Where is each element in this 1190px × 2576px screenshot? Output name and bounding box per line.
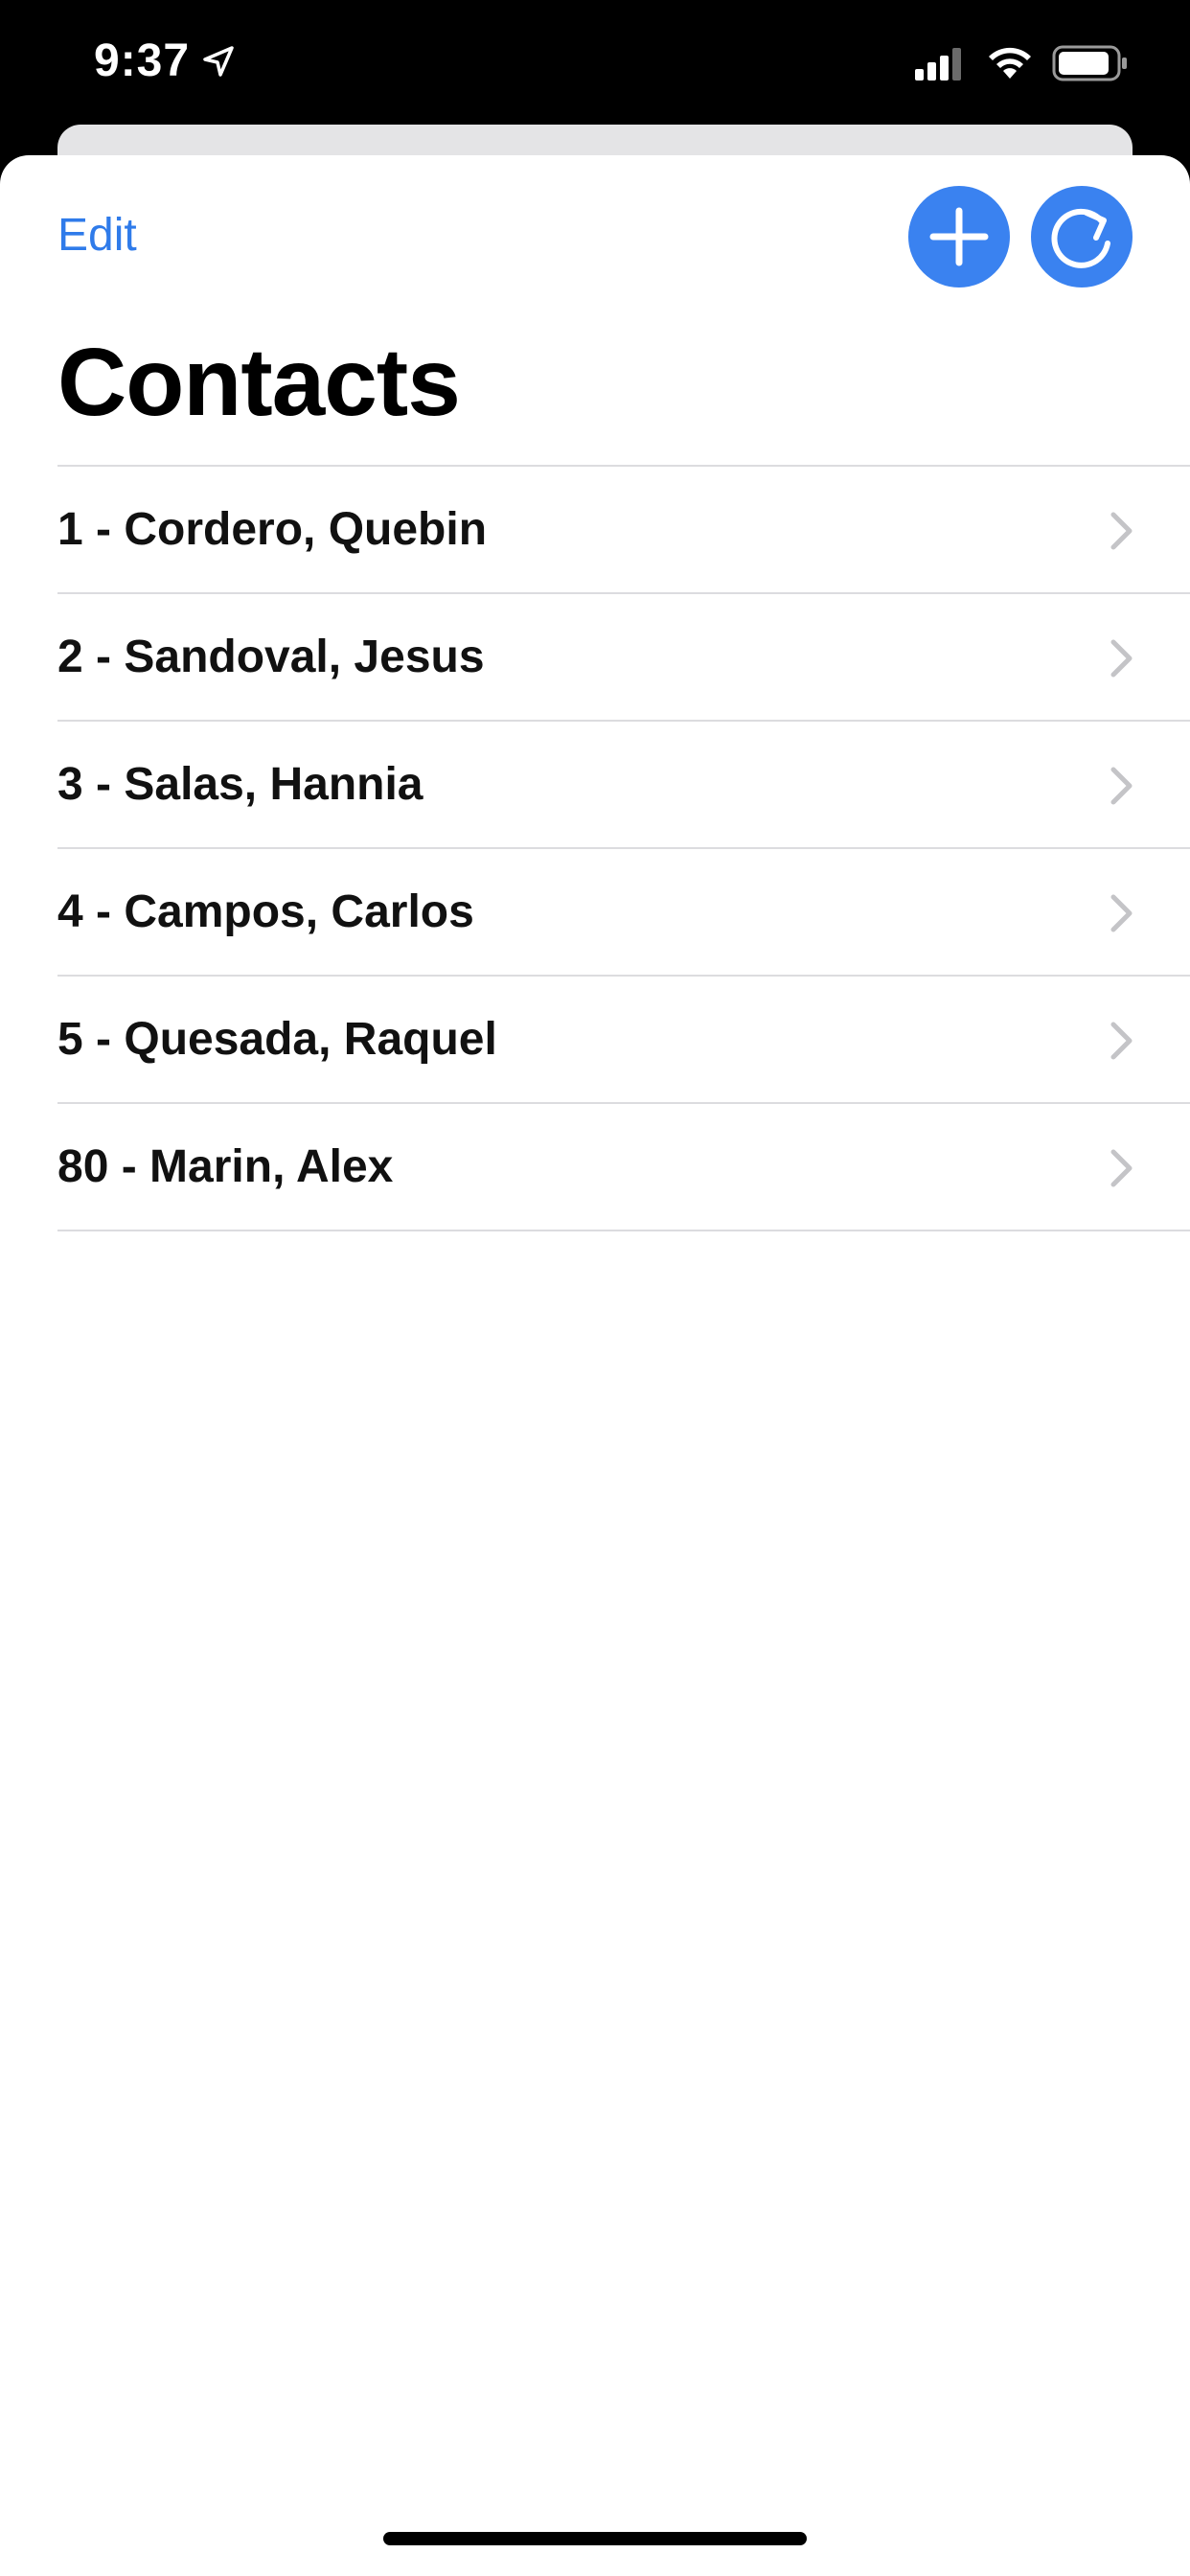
contact-name: 1 - Cordero, Quebin	[57, 504, 488, 555]
contact-row[interactable]: 2 - Sandoval, Jesus	[57, 594, 1190, 722]
refresh-button[interactable]	[1031, 186, 1133, 288]
contact-name: 5 - Quesada, Raquel	[57, 1014, 497, 1065]
chevron-right-icon	[1110, 767, 1133, 805]
refresh-icon	[1051, 208, 1110, 268]
contact-name: 80 - Marin, Alex	[57, 1141, 394, 1192]
contact-row[interactable]: 4 - Campos, Carlos	[57, 849, 1190, 977]
contacts-sheet: Edit Contacts 1 - Cordero, Quebin 2 - Sa…	[0, 155, 1190, 2576]
chevron-right-icon	[1110, 639, 1133, 678]
edit-button[interactable]: Edit	[57, 209, 137, 262]
page-title: Contacts	[57, 329, 461, 436]
contact-name: 3 - Salas, Hannia	[57, 759, 423, 810]
contact-row[interactable]: 5 - Quesada, Raquel	[57, 977, 1190, 1104]
contact-name: 4 - Campos, Carlos	[57, 886, 474, 937]
location-arrow-icon	[203, 46, 234, 77]
chevron-right-icon	[1110, 1022, 1133, 1060]
contact-list: 1 - Cordero, Quebin 2 - Sandoval, Jesus …	[57, 465, 1190, 1231]
add-contact-button[interactable]	[908, 186, 1010, 288]
cellular-signal-icon	[915, 48, 961, 80]
status-bar: 9:37	[0, 0, 1190, 125]
contact-row[interactable]: 3 - Salas, Hannia	[57, 722, 1190, 849]
home-indicator[interactable]	[383, 2532, 807, 2545]
chevron-right-icon	[1110, 1149, 1133, 1187]
screen: 9:37 Edit Contacts 1 - Cordero, Quebin 2…	[0, 0, 1190, 2576]
wifi-icon	[989, 47, 1031, 79]
plus-icon	[929, 207, 989, 266]
chevron-right-icon	[1110, 512, 1133, 550]
battery-icon	[1052, 45, 1127, 81]
contact-name: 2 - Sandoval, Jesus	[57, 632, 485, 682]
status-time: 9:37	[94, 35, 191, 86]
contact-row[interactable]: 80 - Marin, Alex	[57, 1104, 1190, 1231]
contact-row[interactable]: 1 - Cordero, Quebin	[57, 467, 1190, 594]
chevron-right-icon	[1110, 894, 1133, 932]
